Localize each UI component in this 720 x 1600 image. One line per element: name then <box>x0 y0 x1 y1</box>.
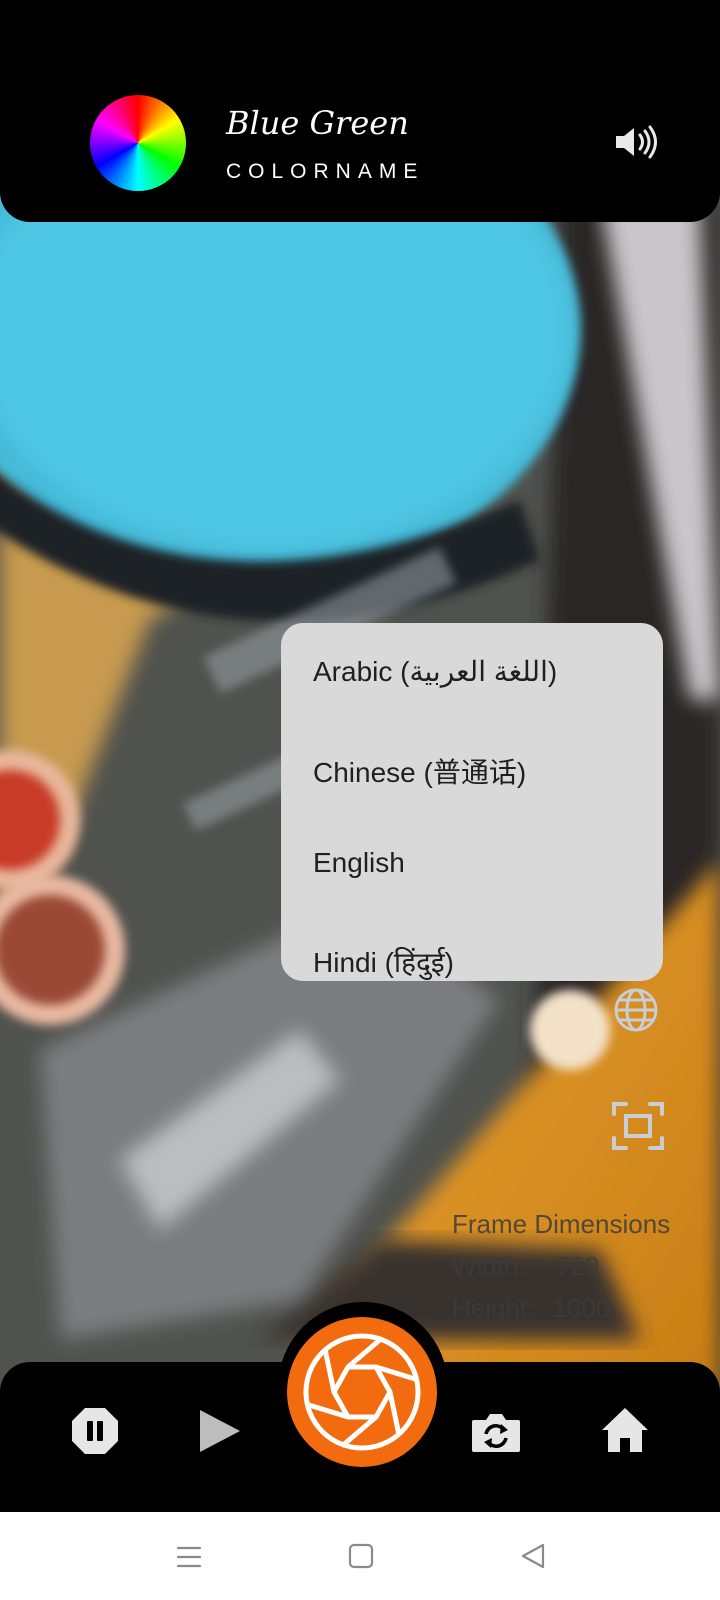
language-menu: Arabic (اللغة العربية) Chinese (普通话) Eng… <box>281 623 663 981</box>
play-icon[interactable] <box>196 1408 242 1454</box>
frame-width-label: Width: <box>452 1251 526 1281</box>
frame-dimensions-overlay: Frame Dimensions Width: 720 Height: 1600 <box>452 1203 670 1329</box>
language-item-chinese[interactable]: Chinese (普通话) <box>313 751 526 791</box>
home-square-icon[interactable] <box>348 1543 374 1569</box>
top-header: Blue Green COLORNAME <box>0 0 720 222</box>
frame-width-row: Width: 720 <box>452 1245 670 1287</box>
speaker-icon[interactable] <box>614 124 660 160</box>
globe-icon[interactable] <box>612 986 660 1034</box>
detected-color-name: Blue Green <box>226 104 409 142</box>
frame-width-value: 720 <box>555 1251 600 1281</box>
pause-icon[interactable] <box>70 1406 120 1456</box>
language-item-arabic[interactable]: Arabic (اللغة العربية) <box>313 655 557 688</box>
language-item-hindi[interactable]: Hindi (हिंदुई) <box>313 943 454 981</box>
back-icon[interactable] <box>520 1542 546 1570</box>
home-icon[interactable] <box>600 1406 650 1454</box>
frame-height-row: Height: 1600 <box>452 1287 670 1329</box>
switch-camera-icon[interactable] <box>470 1410 522 1454</box>
fullscreen-icon[interactable] <box>612 1102 664 1150</box>
frame-height-label: Height: <box>452 1293 535 1323</box>
shutter-icon <box>303 1333 421 1451</box>
color-name-caption: COLORNAME <box>226 160 425 183</box>
system-navigation-bar <box>0 1512 720 1600</box>
frame-height-value: 1600 <box>552 1293 611 1323</box>
color-wheel-icon <box>90 95 186 191</box>
capture-button[interactable] <box>287 1317 437 1467</box>
app-screen: Blue Green COLORNAME Arabic (اللغة العرب… <box>0 0 720 1600</box>
frame-dimensions-title: Frame Dimensions <box>452 1209 671 1239</box>
language-item-english[interactable]: English <box>313 847 405 879</box>
menu-icon[interactable] <box>176 1544 202 1570</box>
